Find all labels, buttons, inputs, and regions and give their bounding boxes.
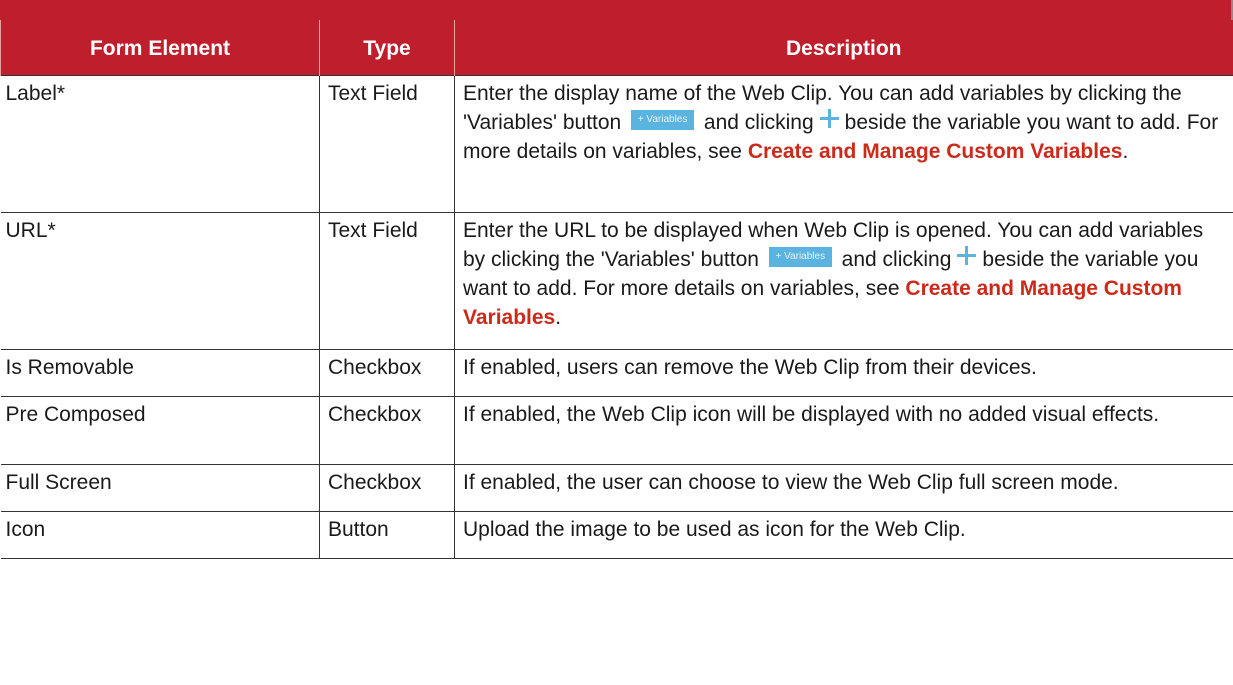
web-clip-settings-table-section: Form Element Type Description Label* Tex… — [0, 0, 1233, 559]
table-row: Is Removable Checkbox If enabled, users … — [0, 348, 1233, 397]
table-row: Pre Composed Checkbox If enabled, the We… — [0, 395, 1233, 465]
desc-period: . — [555, 305, 562, 329]
header-type: Type — [319, 20, 455, 75]
cell-description: If enabled, the Web Clip icon will be di… — [454, 395, 1233, 465]
plus-icon[interactable] — [957, 246, 977, 266]
cell-type: Text Field — [319, 74, 455, 213]
table-row: Label* Text Field Enter the display name… — [0, 74, 1233, 213]
desc-period: . — [1122, 139, 1129, 163]
cell-form-element: URL* — [0, 211, 320, 350]
cell-form-element: Full Screen — [0, 463, 320, 512]
cell-form-element: Pre Composed — [0, 395, 320, 465]
cell-description: If enabled, the user can choose to view … — [454, 463, 1233, 512]
cell-type: Text Field — [319, 211, 455, 350]
cell-type: Checkbox — [319, 395, 455, 465]
cell-type: Button — [319, 510, 455, 559]
table-row: Full Screen Checkbox If enabled, the use… — [0, 463, 1233, 512]
desc-text: and clicking — [703, 110, 814, 134]
cell-type: Checkbox — [319, 348, 455, 397]
create-manage-variables-link[interactable]: Create and Manage Custom Variables — [748, 140, 1123, 163]
variables-button[interactable]: + Variables — [631, 109, 695, 130]
table-caption-bar — [0, 0, 1233, 20]
cell-description: Enter the display name of the Web Clip. … — [454, 74, 1233, 213]
form-elements-table: Form Element Type Description Label* Tex… — [0, 20, 1233, 559]
header-form-element: Form Element — [0, 20, 320, 75]
cell-description: Upload the image to be used as icon for … — [454, 510, 1233, 559]
cell-type: Checkbox — [319, 463, 455, 512]
cell-form-element: Label* — [0, 74, 320, 213]
cell-form-element: Icon — [0, 510, 320, 559]
table-row: URL* Text Field Enter the URL to be disp… — [0, 211, 1233, 350]
table-row: Icon Button Upload the image to be used … — [0, 510, 1233, 559]
cell-description: If enabled, users can remove the Web Cli… — [454, 348, 1233, 397]
variables-button[interactable]: + Variables — [768, 246, 832, 267]
header-description: Description — [454, 20, 1233, 75]
desc-text: and clicking — [841, 247, 952, 271]
cell-form-element: Is Removable — [0, 348, 320, 397]
table-header-row: Form Element Type Description — [0, 20, 1233, 75]
cell-description: Enter the URL to be displayed when Web C… — [454, 211, 1233, 350]
plus-icon[interactable] — [819, 109, 839, 129]
